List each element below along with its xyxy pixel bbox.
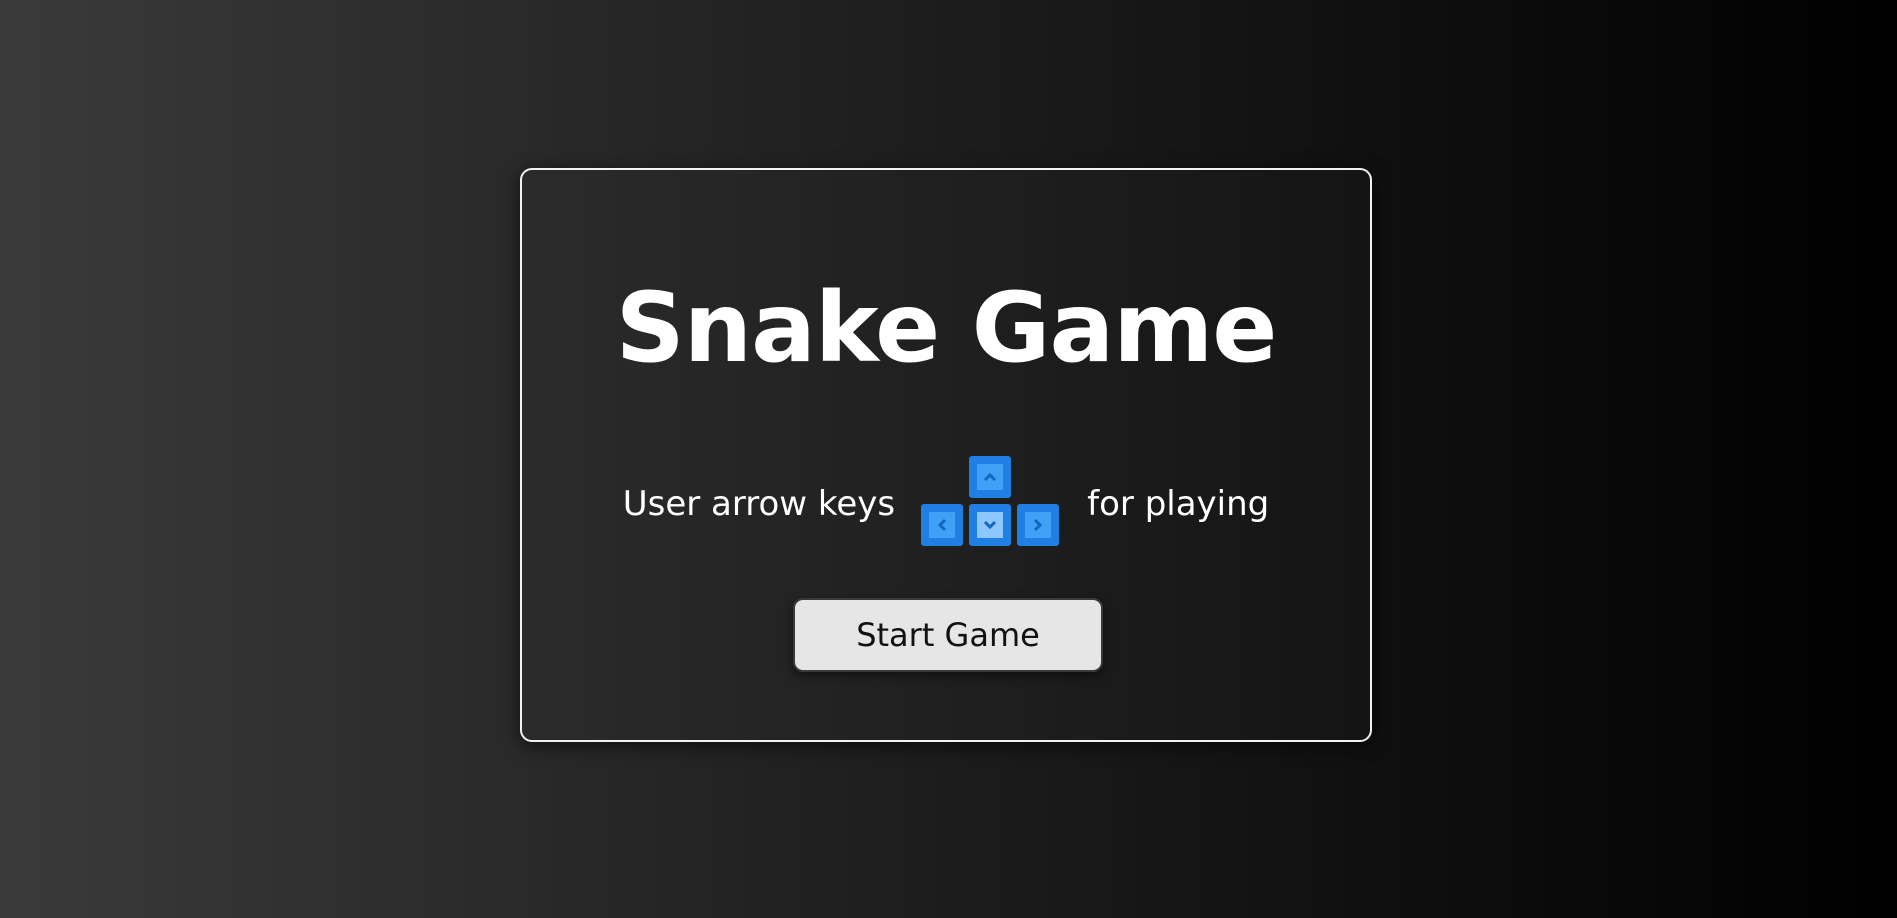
arrow-keys-icon [921, 456, 1061, 548]
start-game-button[interactable]: Start Game [793, 598, 1103, 672]
start-menu-card: Snake Game User arrow keys for playing S… [520, 168, 1372, 742]
arrow-down-key-icon [969, 504, 1012, 546]
instruction-text-before: User arrow keys [622, 484, 896, 524]
arrow-right-key-icon [1017, 504, 1060, 546]
instruction-text-after: for playing [1087, 484, 1270, 524]
arrow-left-key-icon [921, 504, 964, 546]
arrow-up-key-icon [969, 456, 1012, 498]
game-title: Snake Game [615, 272, 1278, 384]
instruction-row: User arrow keys for playing [522, 454, 1370, 550]
